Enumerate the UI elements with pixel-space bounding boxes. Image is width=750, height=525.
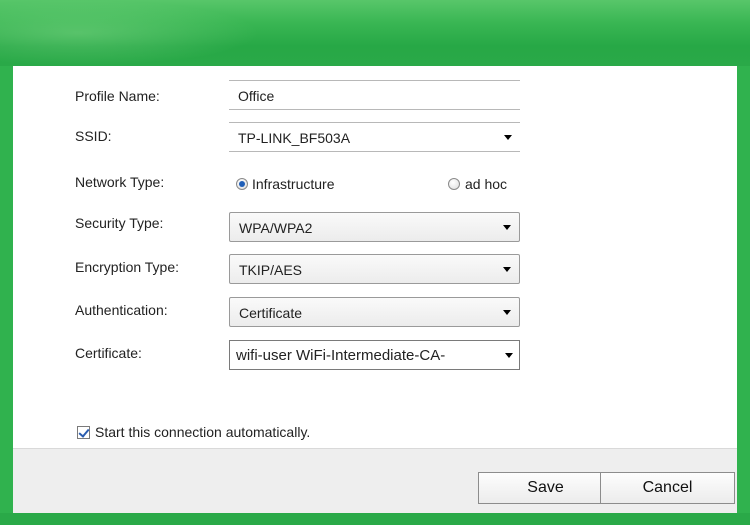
- certificate-select[interactable]: wifi-user WiFi-Intermediate-CA-: [229, 340, 520, 370]
- profile-name-input[interactable]: Office: [229, 80, 520, 110]
- chevron-down-icon: [505, 353, 513, 358]
- certificate-value: wifi-user WiFi-Intermediate-CA-: [236, 347, 446, 364]
- ssid-value: TP-LINK_BF503A: [238, 130, 351, 146]
- encryption-type-select[interactable]: TKIP/AES: [229, 254, 520, 284]
- window-border-right: [737, 66, 750, 525]
- chevron-down-icon[interactable]: [504, 135, 512, 140]
- auto-start-checkbox[interactable]: [77, 426, 90, 439]
- chevron-down-icon: [503, 267, 511, 272]
- auto-start-label[interactable]: Start this connection automatically.: [95, 424, 310, 440]
- cancel-button[interactable]: Cancel: [600, 472, 735, 504]
- window-title-bar: [0, 0, 750, 66]
- profile-name-label: Profile Name:: [75, 88, 160, 104]
- authentication-label: Authentication:: [75, 302, 168, 318]
- window-border-bottom: [0, 513, 750, 525]
- radio-ad-hoc[interactable]: [448, 178, 460, 190]
- security-type-select[interactable]: WPA/WPA2: [229, 212, 520, 242]
- encryption-type-label: Encryption Type:: [75, 259, 180, 275]
- security-type-label: Security Type:: [75, 215, 164, 231]
- certificate-label: Certificate:: [75, 345, 142, 361]
- save-button[interactable]: Save: [478, 472, 613, 504]
- checkmark-icon: [78, 426, 90, 438]
- encryption-type-value: TKIP/AES: [239, 262, 303, 278]
- security-type-value: WPA/WPA2: [239, 220, 313, 236]
- chevron-down-icon: [503, 225, 511, 230]
- authentication-select[interactable]: Certificate: [229, 297, 520, 327]
- radio-infrastructure-label[interactable]: Infrastructure: [252, 175, 334, 193]
- window-border-left: [0, 66, 13, 525]
- network-type-label: Network Type:: [75, 174, 165, 190]
- chevron-down-icon: [503, 310, 511, 315]
- ssid-label: SSID:: [75, 128, 112, 144]
- radio-ad-hoc-label[interactable]: ad hoc: [465, 175, 507, 193]
- ssid-combobox[interactable]: TP-LINK_BF503A: [229, 122, 520, 152]
- authentication-value: Certificate: [239, 305, 303, 321]
- profile-name-value: Office: [238, 88, 275, 104]
- radio-infrastructure[interactable]: [236, 178, 248, 190]
